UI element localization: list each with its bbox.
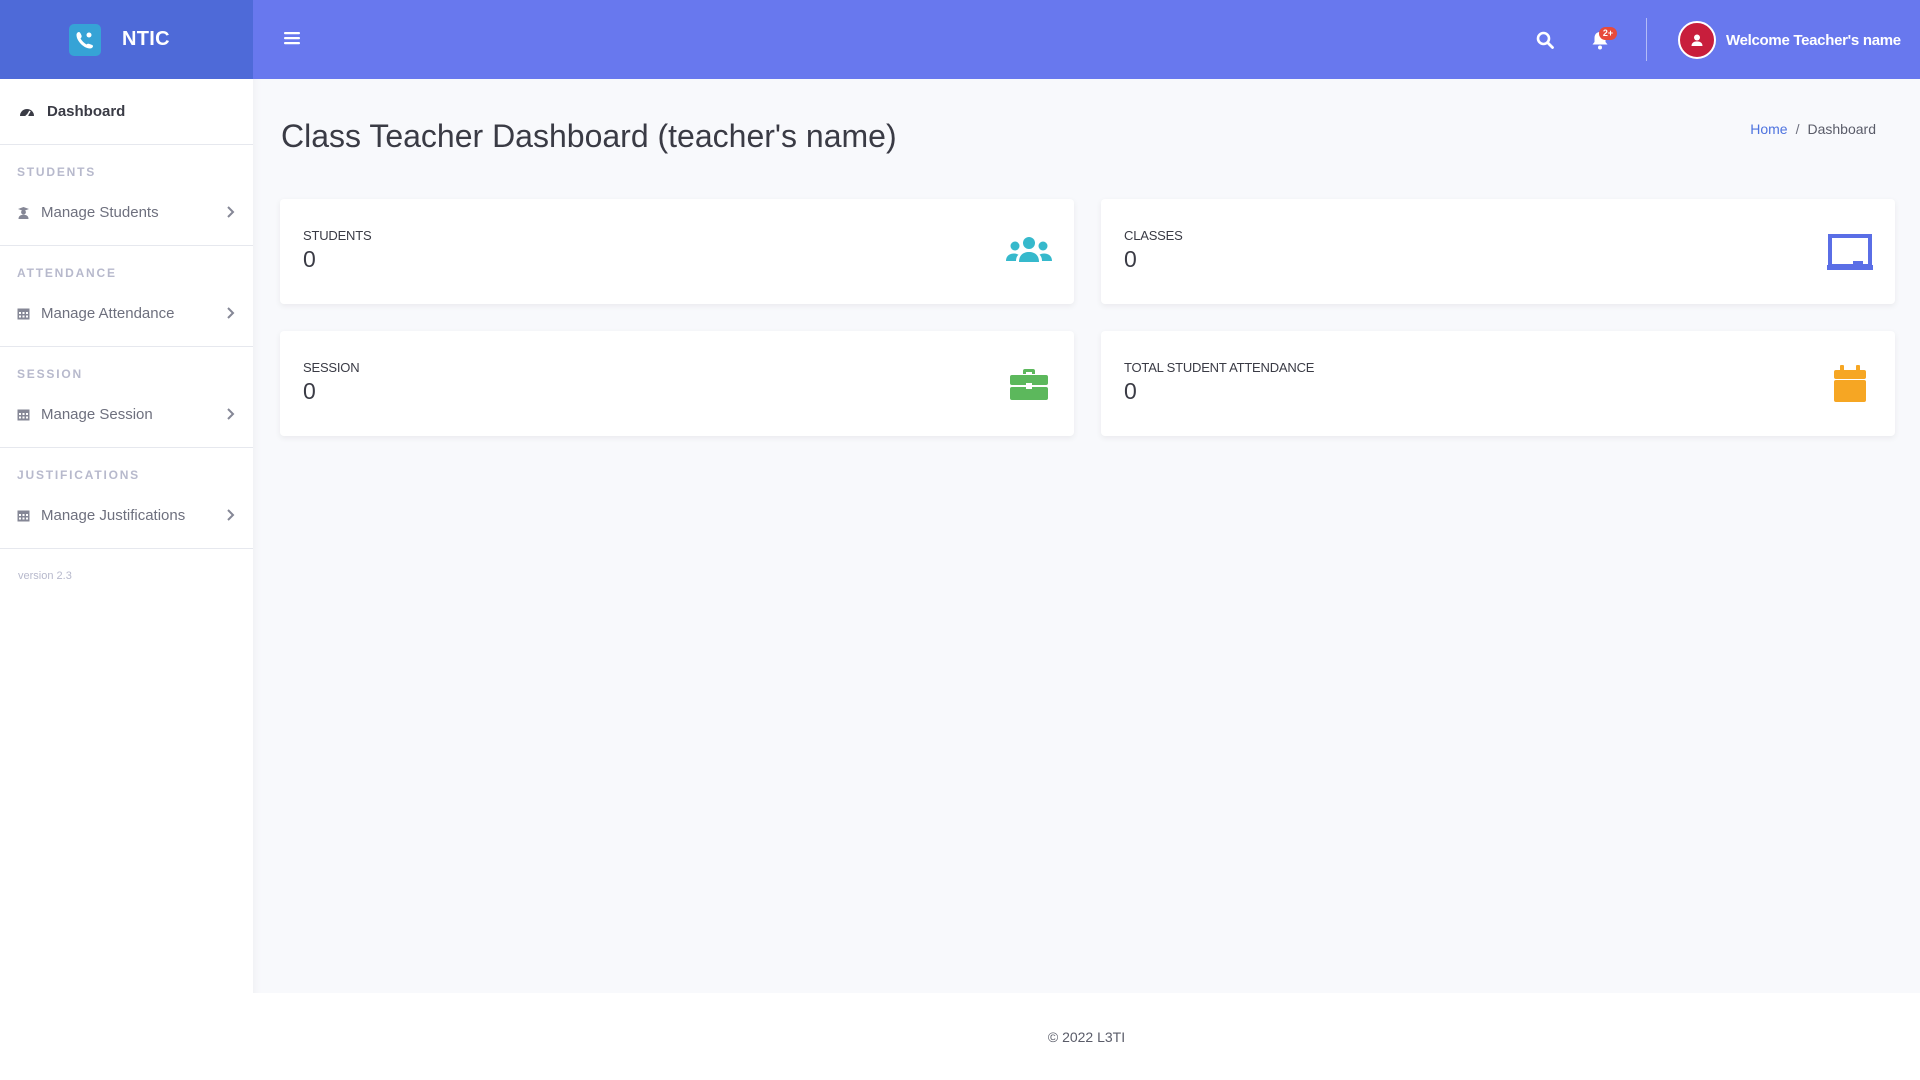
page-title: Class Teacher Dashboard (teacher's name) <box>281 118 897 154</box>
topbar-divider <box>1646 18 1647 61</box>
sidebar-item-manage-students[interactable]: Manage Students <box>17 200 235 224</box>
card-session[interactable]: SESSION 0 <box>280 331 1074 436</box>
sidebar-section-session: SESSION Manage Session <box>0 347 253 448</box>
sidebar-item-label: Manage Students <box>41 203 159 221</box>
chevron-right-icon <box>225 508 235 522</box>
welcome-text: Welcome Teacher's name <box>1726 31 1901 49</box>
sidebar-item-label: Manage Attendance <box>41 304 175 322</box>
card-value: 0 <box>1124 246 1137 272</box>
search-icon[interactable] <box>1535 30 1555 50</box>
card-total-student-attendance[interactable]: TOTAL STUDENT ATTENDANCE 0 <box>1101 331 1895 436</box>
briefcase-icon <box>1006 361 1052 407</box>
tachometer-icon <box>19 104 35 120</box>
breadcrumb: Home / Dashboard <box>1750 121 1876 137</box>
chalkboard-icon <box>1827 229 1873 275</box>
chevron-right-icon <box>225 205 235 219</box>
sidebar-heading: ATTENDANCE <box>17 266 117 280</box>
sidebar-item-manage-attendance[interactable]: Manage Attendance <box>17 301 235 325</box>
calendar-icon <box>1827 361 1873 407</box>
sidebar-section-justifications: JUSTIFICATIONS Manage Justifications <box>0 448 253 549</box>
footer: © 2022 L3TI <box>253 993 1920 1080</box>
chevron-right-icon <box>225 306 235 320</box>
sidebar: NTIC Dashboard STUDENTS Manage Students … <box>0 0 253 1080</box>
sidebar-item-dashboard[interactable]: Dashboard <box>0 79 253 145</box>
card-classes[interactable]: CLASSES 0 <box>1101 199 1895 304</box>
card-label: TOTAL STUDENT ATTENDANCE <box>1124 360 1315 375</box>
user-graduate-icon <box>17 206 30 219</box>
brand[interactable]: NTIC <box>0 0 253 79</box>
card-label: SESSION <box>303 360 360 375</box>
calendar-icon <box>17 509 30 522</box>
card-value: 0 <box>1124 378 1137 404</box>
sidebar-item-label: Dashboard <box>47 103 126 120</box>
topbar: 2+ Welcome Teacher's name <box>253 0 1920 79</box>
card-students[interactable]: STUDENTS 0 <box>280 199 1074 304</box>
sidebar-heading: SESSION <box>17 367 83 381</box>
menu-toggle-icon[interactable] <box>283 29 301 47</box>
breadcrumb-separator: / <box>1795 121 1800 137</box>
user-menu[interactable]: Welcome Teacher's name <box>1678 21 1901 59</box>
sidebar-item-label: Manage Justifications <box>41 506 186 524</box>
brand-name: NTIC <box>122 28 170 50</box>
notification-badge: 2+ <box>1599 27 1617 40</box>
calendar-icon <box>17 408 30 421</box>
avatar-icon <box>1678 21 1716 59</box>
footer-copyright: © 2022 L3TI <box>1047 1028 1126 1045</box>
calendar-icon <box>17 307 30 320</box>
card-label: CLASSES <box>1124 228 1183 243</box>
sidebar-heading: STUDENTS <box>17 165 97 179</box>
sidebar-section-students: STUDENTS Manage Students <box>0 145 253 246</box>
sidebar-section-attendance: ATTENDANCE Manage Attendance <box>0 246 253 347</box>
card-value: 0 <box>303 378 316 404</box>
sidebar-heading: JUSTIFICATIONS <box>17 468 140 482</box>
card-value: 0 <box>303 246 316 272</box>
users-icon <box>1006 229 1052 275</box>
breadcrumb-home-link[interactable]: Home <box>1750 121 1787 137</box>
sidebar-item-manage-justifications[interactable]: Manage Justifications <box>17 503 235 527</box>
sidebar-item-manage-session[interactable]: Manage Session <box>17 402 235 426</box>
phone-user-icon <box>69 23 101 56</box>
version-text: version 2.3 <box>18 570 72 582</box>
sidebar-item-label: Manage Session <box>41 405 153 423</box>
card-label: STUDENTS <box>303 228 372 243</box>
breadcrumb-current: Dashboard <box>1807 121 1877 137</box>
chevron-right-icon <box>225 407 235 421</box>
